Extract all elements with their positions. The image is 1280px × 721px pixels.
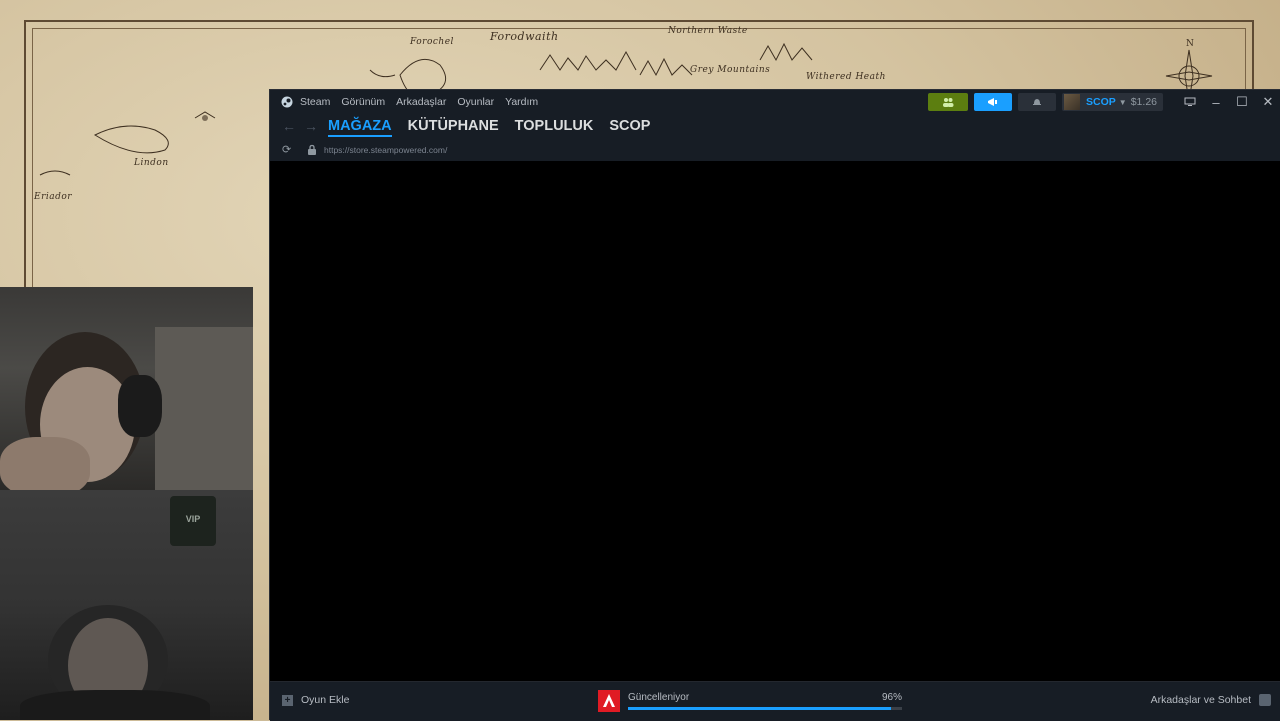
back-arrow-icon[interactable]: ← [278, 118, 300, 134]
friends-chat-label: Arkadaşlar ve Sohbet [1150, 694, 1251, 706]
map-label: Lindon [134, 158, 169, 168]
menu-steam[interactable]: Steam [300, 96, 330, 108]
tab-community[interactable]: TOPLULUK [515, 118, 594, 134]
menu-friends[interactable]: Arkadaşlar [396, 96, 446, 108]
big-picture-icon[interactable] [1177, 95, 1203, 110]
headphones [118, 375, 162, 437]
map-label: Withered Heath [806, 72, 886, 82]
compass-letter: N [1186, 39, 1194, 49]
friends-online-button[interactable] [928, 93, 969, 111]
download-percent: 96% [881, 692, 902, 703]
lock-icon [308, 144, 316, 155]
webcam-top [0, 287, 253, 490]
vip-sign-text: VIP [185, 514, 201, 524]
megaphone-icon [988, 98, 998, 106]
people-icon [943, 98, 954, 107]
plus-icon: + [282, 694, 293, 706]
webcam-bottom: VIP [0, 490, 253, 720]
webcam-wall [155, 327, 253, 490]
account-menu[interactable]: SCOP ▼ $1.26 [1062, 93, 1163, 111]
chat-icon [1259, 694, 1271, 706]
menu-games[interactable]: Oyunlar [457, 96, 494, 108]
tab-library[interactable]: KÜTÜPHANE [408, 118, 499, 134]
title-bar: Steam Görünüm Arkadaşlar Oyunlar Yardım [270, 90, 1280, 114]
menu-view[interactable]: Görünüm [341, 96, 385, 108]
friends-chat-button[interactable]: Arkadaşlar ve Sohbet [1151, 694, 1271, 706]
minimize-button[interactable]: – [1203, 95, 1229, 110]
download-progress-fill [628, 707, 892, 710]
map-label: Northern Waste [668, 26, 748, 36]
map-label: Eriador [34, 192, 73, 202]
download-progress-track [628, 707, 902, 710]
steam-logo-icon [281, 96, 293, 108]
add-game-label: Oyun Ekle [301, 694, 350, 706]
avatar [1064, 94, 1081, 110]
map-label: Forodwaith [490, 30, 559, 43]
tab-profile[interactable]: SCOP [609, 118, 650, 134]
menu-bar: Steam Görünüm Arkadaşlar Oyunlar Yardım [297, 96, 549, 108]
notifications-button[interactable] [1018, 93, 1057, 111]
navigation-bar: ← → MAĞAZA KÜTÜPHANE TOPLULUK SCOP [270, 114, 1280, 138]
vip-sign: VIP [170, 496, 216, 546]
add-game-button[interactable]: + Oyun Ekle [282, 694, 349, 706]
map-label: Grey Mountains [690, 65, 771, 75]
close-button[interactable]: ✕ [1255, 94, 1280, 110]
bell-icon [1033, 99, 1042, 105]
title-bar-actions: SCOP ▼ $1.26 – ☐ ✕ [928, 90, 1280, 114]
store-content-area[interactable] [270, 161, 1280, 681]
username: SCOP [1086, 96, 1116, 108]
url-bar: ⟳ https://store.steampowered.com/ [270, 138, 1280, 161]
download-status[interactable]: Güncelleniyor 96% [598, 690, 902, 712]
person-shoulders [20, 690, 210, 720]
person-hand [0, 437, 90, 490]
announcements-button[interactable] [974, 93, 1013, 111]
bottom-bar: + Oyun Ekle Güncelleniyor 96% Arkadaşlar… [270, 681, 1280, 721]
url-text[interactable]: https://store.steampowered.com/ [324, 145, 447, 155]
steam-window[interactable]: Steam Görünüm Arkadaşlar Oyunlar Yardım [269, 89, 1280, 721]
forward-arrow-icon[interactable]: → [300, 118, 322, 134]
tab-store[interactable]: MAĞAZA [328, 118, 392, 137]
reload-icon[interactable]: ⟳ [282, 143, 298, 156]
chevron-down-icon: ▼ [1118, 97, 1127, 107]
maximize-button[interactable]: ☐ [1229, 94, 1255, 110]
wallet-balance: $1.26 [1130, 96, 1157, 108]
map-label: Forochel [410, 37, 454, 47]
download-label: Güncelleniyor [628, 692, 690, 703]
game-icon [598, 690, 620, 712]
menu-help[interactable]: Yardım [505, 96, 538, 108]
